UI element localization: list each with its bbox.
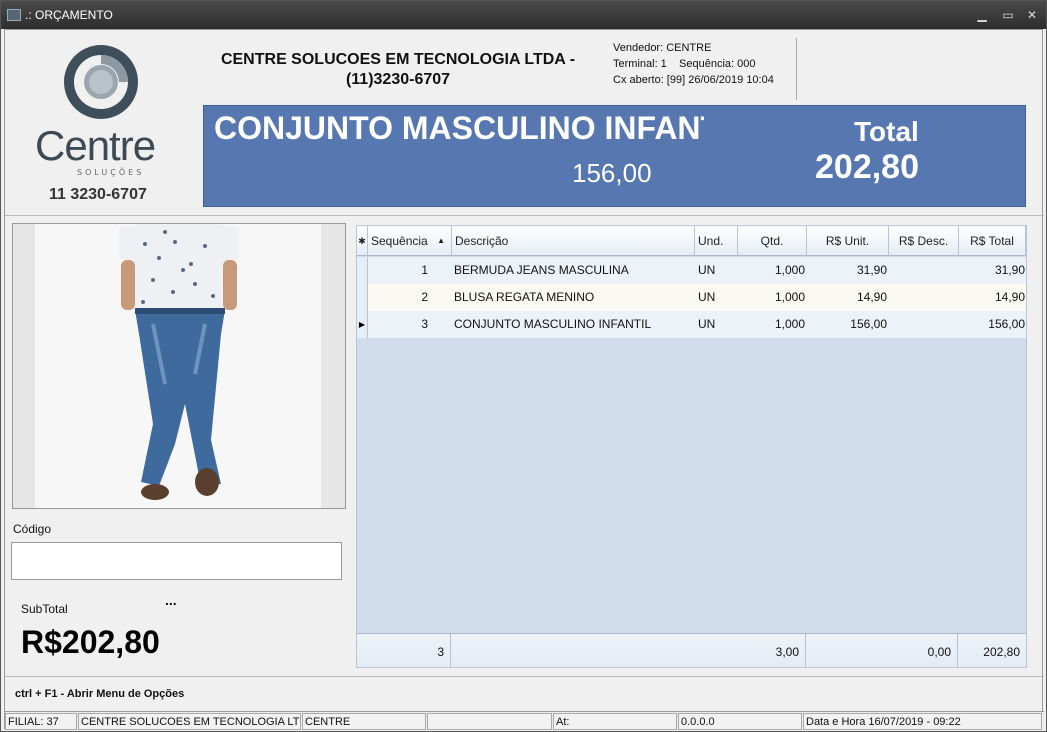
session-info: Vendedor: CENTRE Terminal: 1 Sequência: … — [613, 40, 774, 88]
cell-total: 31,90 — [994, 263, 1025, 277]
footer-total: 202,80 — [983, 645, 1020, 659]
cell-discount — [889, 284, 957, 311]
column-header-total[interactable]: R$ Total — [959, 226, 1026, 256]
cell-discount — [889, 257, 957, 284]
row-indicator — [357, 257, 368, 284]
cell-seq: 1 — [421, 263, 428, 277]
status-empty — [427, 713, 552, 730]
cell-desc: CONJUNTO MASCULINO INFANTIL — [454, 317, 652, 331]
status-usuario: CENTRE — [302, 713, 426, 730]
footer-count: 3 — [357, 634, 451, 668]
status-filial: FILIAL: 37 — [5, 713, 77, 730]
cell-unit: 31,90 — [856, 263, 887, 277]
footer-qtd: 3,00 — [451, 634, 806, 668]
product-photo-frame — [12, 223, 346, 509]
cell-und: UN — [698, 317, 716, 331]
company-phone: (11)3230-6707 — [345, 71, 451, 88]
cell-discount — [889, 311, 957, 338]
row-indicator — [357, 284, 368, 311]
session-divider — [796, 38, 797, 100]
sort-asc-icon: ▲ — [437, 236, 445, 245]
codigo-input[interactable] — [11, 542, 342, 580]
app-icon — [7, 9, 21, 21]
column-header-unit[interactable]: R$ Unit. — [807, 226, 889, 256]
table-row-selected[interactable]: ▶ 3 CONJUNTO MASCULINO INFANTIL UN 1,000… — [357, 311, 1026, 338]
cell-desc: BLUSA REGATA MENINO — [454, 290, 595, 304]
restore-icon[interactable]: ▁ — [974, 7, 990, 23]
grid-footer: 3 3,00 0,00 202,80 — [357, 633, 1026, 668]
column-header-und[interactable]: Und. — [695, 226, 738, 256]
status-bar: FILIAL: 37 CENTRE SOLUCOES EM TECNOLOGIA… — [5, 711, 1044, 730]
table-row[interactable]: 1 BERMUDA JEANS MASCULINA UN 1,000 31,90… — [357, 257, 1026, 284]
cell-seq: 2 — [421, 290, 428, 304]
orcamento-window: .: ORÇAMENTO ▁ ▭ ✕ Centre SOLUÇÕES 11 32… — [0, 0, 1047, 732]
logo-text: Centre — [35, 122, 156, 169]
close-icon[interactable]: ✕ — [1024, 7, 1040, 23]
cell-total: 14,90 — [994, 290, 1025, 304]
cell-und: UN — [698, 290, 716, 304]
sequencia-label: Sequência: 000 — [679, 58, 756, 70]
more-options-button[interactable]: ... — [165, 592, 177, 608]
divider — [5, 676, 1044, 677]
cell-und: UN — [698, 263, 716, 277]
vendedor-label: Vendedor: CENTRE — [613, 42, 712, 54]
product-banner: CONJUNTO MASCULINO INFANTIL 156,00 Total… — [203, 105, 1026, 207]
cell-qtd: 1,000 — [774, 290, 805, 304]
logo-subtitle: SOLUÇÕES — [77, 168, 145, 177]
total-label: Total — [854, 116, 919, 147]
company-logo: Centre SOLUÇÕES 11 3230-6707 — [5, 30, 201, 214]
cell-qtd: 1,000 — [774, 317, 805, 331]
product-photo — [35, 224, 321, 508]
cell-seq: 3 — [421, 317, 428, 331]
maximize-icon[interactable]: ▭ — [1000, 7, 1016, 23]
current-product-price: 156,00 — [572, 158, 652, 188]
shortcut-hint: ctrl + F1 - Abrir Menu de Opções — [15, 688, 185, 700]
status-empresa: CENTRE SOLUCOES EM TECNOLOGIA LTDA — [78, 713, 301, 730]
footer-desc: 0,00 — [806, 634, 958, 668]
company-name: CENTRE SOLUCOES EM TECNOLOGIA LTDA - — [220, 51, 576, 68]
cell-unit: 14,90 — [856, 290, 887, 304]
subtotal-value: R$202,80 — [21, 624, 160, 660]
current-product-name: CONJUNTO MASCULINO INFANTIL — [214, 110, 704, 146]
status-datahora: Data e Hora 16/07/2019 - 09:22 — [803, 713, 1042, 730]
table-row[interactable]: 2 BLUSA REGATA MENINO UN 1,000 14,90 14,… — [357, 284, 1026, 311]
caixa-label: Cx aberto: [99] 26/06/2019 10:04 — [613, 74, 774, 86]
terminal-label: Terminal: 1 — [613, 58, 667, 70]
title-bar[interactable]: .: ORÇAMENTO ▁ ▭ ✕ — [1, 1, 1046, 29]
window-title: .: ORÇAMENTO — [25, 8, 113, 22]
total-value: 202,80 — [815, 148, 919, 186]
current-row-icon: ▶ — [357, 311, 368, 338]
grid-header: ✱ Sequência ▲ Descrição Und. Qtd. R$ Uni… — [357, 226, 1026, 256]
column-header-sequencia[interactable]: Sequência ▲ — [368, 226, 452, 256]
logo-icon — [64, 45, 138, 119]
column-header-qtd[interactable]: Qtd. — [738, 226, 807, 256]
divider — [5, 215, 1044, 216]
cell-unit: 156,00 — [850, 317, 887, 331]
cell-desc: BERMUDA JEANS MASCULINA — [454, 263, 629, 277]
column-header-desc[interactable]: R$ Desc. — [889, 226, 959, 256]
status-ip: 0.0.0.0 — [678, 713, 802, 730]
items-grid[interactable]: ✱ Sequência ▲ Descrição Und. Qtd. R$ Uni… — [356, 225, 1027, 668]
logo-phone: 11 3230-6707 — [49, 186, 147, 203]
status-at: At: — [553, 713, 677, 730]
cell-qtd: 1,000 — [774, 263, 805, 277]
codigo-label: Código — [13, 522, 52, 536]
product-image — [35, 224, 321, 508]
main-content: Centre SOLUÇÕES 11 3230-6707 CENTRE SOLU… — [4, 29, 1044, 730]
grid-select-all-icon[interactable]: ✱ — [357, 226, 368, 256]
cell-total: 156,00 — [988, 317, 1025, 331]
subtotal-label: SubTotal — [21, 602, 68, 616]
column-header-descricao[interactable]: Descrição — [452, 226, 695, 256]
company-header: CENTRE SOLUCOES EM TECNOLOGIA LTDA - (11… — [203, 50, 593, 90]
